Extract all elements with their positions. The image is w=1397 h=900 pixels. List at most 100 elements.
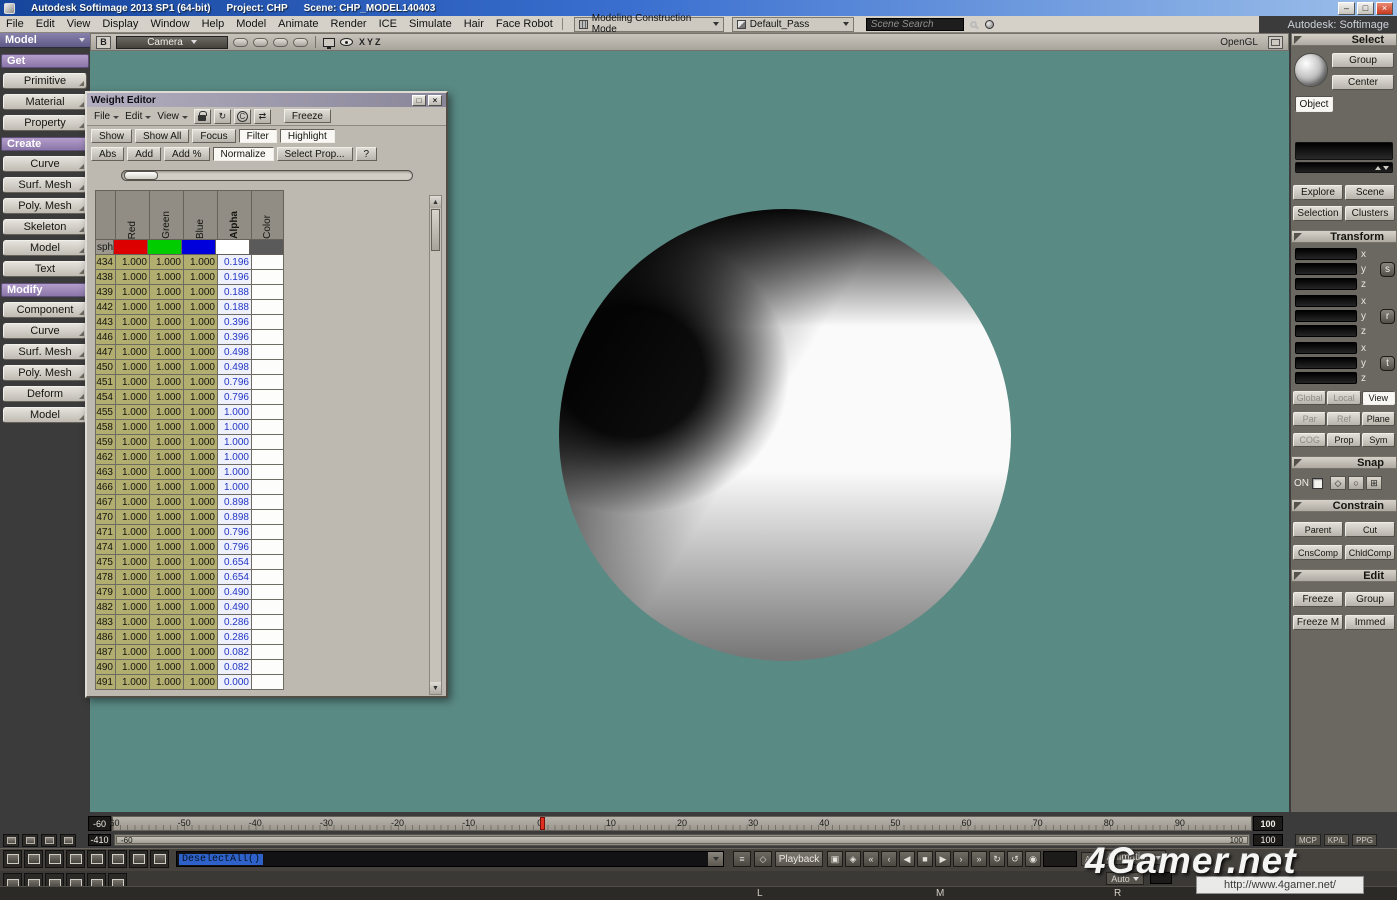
color-cell[interactable] xyxy=(252,510,284,525)
clusters-button[interactable]: Clusters xyxy=(1345,206,1395,221)
alpha-value-cell[interactable]: 0.898 xyxy=(218,495,252,510)
red-column-header[interactable]: Red xyxy=(116,190,150,240)
red-value-cell[interactable]: 1.000 xyxy=(116,555,150,570)
alpha-value-cell[interactable]: 0.898 xyxy=(218,510,252,525)
blue-value-cell[interactable]: 1.000 xyxy=(184,360,218,375)
red-value-cell[interactable]: 1.000 xyxy=(116,390,150,405)
menubar-item[interactable]: Face Robot xyxy=(490,16,559,32)
green-value-cell[interactable]: 1.000 xyxy=(150,510,184,525)
previous-key-button[interactable]: ‹ xyxy=(881,851,897,867)
filter-toggle-button[interactable]: Highlight xyxy=(279,129,335,143)
blue-value-cell[interactable]: 1.000 xyxy=(184,540,218,555)
transform-y-field[interactable] xyxy=(1295,263,1357,275)
left-panel-button[interactable]: Poly. Mesh xyxy=(3,198,87,214)
clusters-icon[interactable]: C xyxy=(233,108,251,124)
close-button[interactable]: × xyxy=(428,94,442,106)
weight-editor-menu-item[interactable]: File xyxy=(91,111,122,122)
transform-z-field[interactable] xyxy=(1295,325,1357,337)
constrain-button[interactable]: CnsComp xyxy=(1293,545,1343,560)
green-value-cell[interactable]: 1.000 xyxy=(150,255,184,270)
selection-sphere-icon[interactable] xyxy=(1294,53,1328,87)
blue-value-cell[interactable]: 1.000 xyxy=(184,675,218,690)
minimize-button[interactable]: – xyxy=(1338,1,1355,15)
red-value-cell[interactable]: 1.000 xyxy=(116,420,150,435)
menubar-item[interactable]: Edit xyxy=(30,16,61,32)
spin-up-icon[interactable] xyxy=(1375,165,1381,170)
color-cell[interactable] xyxy=(252,585,284,600)
freeze-button[interactable]: Freeze xyxy=(283,109,331,123)
color-cell[interactable] xyxy=(252,375,284,390)
blue-value-cell[interactable]: 1.000 xyxy=(184,450,218,465)
key-toggle-button[interactable]: ◈ xyxy=(845,851,861,867)
green-value-cell[interactable]: 1.000 xyxy=(150,585,184,600)
edit-button[interactable]: Group xyxy=(1345,592,1395,607)
red-value-cell[interactable]: 1.000 xyxy=(116,435,150,450)
blue-column-header[interactable]: Blue xyxy=(184,190,218,240)
green-value-cell[interactable]: 1.000 xyxy=(150,360,184,375)
alpha-value-cell[interactable]: 0.796 xyxy=(218,525,252,540)
vertex-index-cell[interactable]: 483 xyxy=(95,615,116,630)
alpha-value-cell[interactable]: 0.286 xyxy=(218,630,252,645)
weight-table-scrollbar[interactable]: ▲ ▼ xyxy=(429,195,442,695)
layout-quad-icon[interactable] xyxy=(45,850,64,868)
search-options-icon[interactable] xyxy=(984,19,994,29)
maximize-pane-icon[interactable] xyxy=(1268,35,1283,49)
construction-mode-select[interactable]: Modeling Construction Mode xyxy=(573,13,724,35)
vertex-index-cell[interactable]: 443 xyxy=(95,315,116,330)
blue-value-cell[interactable]: 1.000 xyxy=(184,645,218,660)
axis-toggle[interactable]: Y xyxy=(366,37,374,47)
reference-mode-button[interactable]: Plane xyxy=(1361,412,1395,426)
color-cell[interactable] xyxy=(252,645,284,660)
alpha-value-cell[interactable]: 1.000 xyxy=(218,450,252,465)
vertex-index-cell[interactable]: 467 xyxy=(95,495,116,510)
vertex-index-cell[interactable]: 471 xyxy=(95,525,116,540)
color-cell[interactable] xyxy=(252,315,284,330)
color-cell[interactable] xyxy=(252,285,284,300)
alpha-value-cell[interactable]: 1.000 xyxy=(218,405,252,420)
green-value-cell[interactable]: 1.000 xyxy=(150,645,184,660)
constrain-button[interactable]: ChldComp xyxy=(1345,545,1395,560)
green-value-cell[interactable]: 1.000 xyxy=(150,570,184,585)
left-panel-button[interactable]: Skeleton xyxy=(3,219,87,235)
pass-select[interactable]: Default_Pass xyxy=(731,16,854,32)
vertex-index-cell[interactable]: 478 xyxy=(95,570,116,585)
vertex-index-cell[interactable]: 447 xyxy=(95,345,116,360)
blue-value-cell[interactable]: 1.000 xyxy=(184,570,218,585)
viewport-pane-button[interactable]: B xyxy=(96,35,111,49)
object-name-cell[interactable]: sphe xyxy=(95,240,114,255)
layout-single-icon[interactable] xyxy=(3,850,22,868)
transform-mode-button[interactable]: t xyxy=(1380,355,1395,371)
red-value-cell[interactable]: 1.000 xyxy=(116,510,150,525)
alpha-value-cell[interactable]: 0.498 xyxy=(218,360,252,375)
constrain-button[interactable]: Cut xyxy=(1345,522,1395,537)
menubar-item[interactable]: Help xyxy=(196,16,231,32)
filter-toggle-button[interactable]: Show All xyxy=(135,129,190,143)
green-value-cell[interactable]: 1.000 xyxy=(150,480,184,495)
green-value-cell[interactable]: 1.000 xyxy=(150,555,184,570)
weight-editor-menu-item[interactable]: View xyxy=(154,111,191,122)
alpha-value-cell[interactable]: 1.000 xyxy=(218,465,252,480)
vertex-index-cell[interactable]: 434 xyxy=(95,255,116,270)
vertex-index-cell[interactable]: 462 xyxy=(95,450,116,465)
vertex-index-cell[interactable]: 475 xyxy=(95,555,116,570)
range-end-field[interactable]: 100 xyxy=(1253,816,1283,831)
blue-value-cell[interactable]: 1.000 xyxy=(184,465,218,480)
scene-button[interactable]: Scene xyxy=(1345,185,1395,200)
loop-button[interactable]: ↻ xyxy=(989,851,1005,867)
red-value-cell[interactable]: 1.000 xyxy=(116,405,150,420)
blue-value-cell[interactable]: 1.000 xyxy=(184,495,218,510)
blue-value-cell[interactable]: 1.000 xyxy=(184,285,218,300)
weight-slider-handle[interactable] xyxy=(124,171,158,180)
alpha-value-cell[interactable]: 0.498 xyxy=(218,345,252,360)
green-value-cell[interactable]: 1.000 xyxy=(150,375,184,390)
channel-swatch[interactable] xyxy=(148,240,182,255)
transform-y-field[interactable] xyxy=(1295,357,1357,369)
swap-icon[interactable]: ⇄ xyxy=(253,108,271,124)
filter-toggle-button[interactable]: Focus xyxy=(192,129,236,143)
color-cell[interactable] xyxy=(252,270,284,285)
color-column-header[interactable]: Color xyxy=(252,190,284,240)
alpha-value-cell[interactable]: 0.796 xyxy=(218,375,252,390)
center-button[interactable]: Center xyxy=(1332,75,1394,90)
color-cell[interactable] xyxy=(252,495,284,510)
transform-x-field[interactable] xyxy=(1295,342,1357,354)
